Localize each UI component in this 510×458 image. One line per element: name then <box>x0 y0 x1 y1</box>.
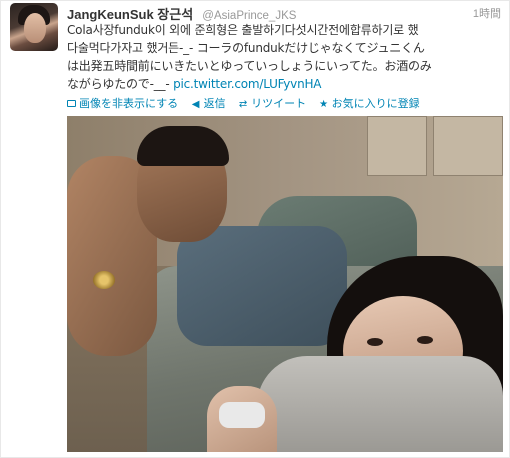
favorite-button[interactable]: ★ お気に入りに登録 <box>318 95 420 111</box>
photo-eye <box>417 336 433 344</box>
tweet-photo[interactable] <box>67 116 503 452</box>
photo-mask-cloth <box>257 356 503 452</box>
tweet-timestamp[interactable]: 1時間 <box>473 5 501 21</box>
media-link[interactable]: pic.twitter.com/LUFyvnHA <box>173 77 321 91</box>
retweet-label: リツイート <box>251 97 307 110</box>
hide-media-label: 画像を非表示にする <box>79 97 179 110</box>
tweet-header: JangKeunSuk 장근석 @AsiaPrince_JKS 1時間 <box>67 4 507 22</box>
photo-eye <box>367 338 383 346</box>
user-fullname[interactable]: JangKeunSuk 장근석 <box>67 7 193 22</box>
avatar-face <box>24 13 46 43</box>
tweet-text-tail: ながらゆたので-__- <box>67 77 174 91</box>
favorite-label: お気に入りに登録 <box>331 97 420 110</box>
tweet-actions: 画像を非表示にする ◀ 返信 ⇄ リツイート ★ お気に入りに登録 <box>67 95 428 111</box>
tweet-card: JangKeunSuk 장근석 @AsiaPrince_JKS 1時間 Cola… <box>0 0 510 458</box>
tweet-text-line-last: ながらゆたので-__- pic.twitter.com/LUFyvnHA <box>67 75 503 93</box>
retweet-icon: ⇄ <box>238 99 248 110</box>
retweet-button[interactable]: ⇄ リツイート <box>237 95 306 111</box>
tweet-text-line: Cola사장funduk이 외에 준희형은 출발하기다섯시간전에합류하기로 했 <box>67 23 419 37</box>
image-icon <box>67 99 76 107</box>
reply-arrow-icon: ◀ <box>191 99 200 110</box>
photo-panel <box>367 116 427 176</box>
avatar[interactable] <box>10 3 58 51</box>
tweet-text-line: 다술먹다가자고 했거든-_- コーラのfundukだけじゃなくてジュニくん <box>67 41 425 55</box>
reply-button[interactable]: ◀ 返信 <box>190 95 226 111</box>
hide-media-button[interactable]: 画像を非表示にする <box>67 95 178 111</box>
tweet-text: Cola사장funduk이 외에 준희형은 출발하기다섯시간전에합류하기로 했 … <box>67 21 503 93</box>
star-icon: ★ <box>319 99 329 110</box>
photo-panel <box>433 116 503 176</box>
photo-watch <box>93 271 115 289</box>
reply-label: 返信 <box>203 97 226 110</box>
photo-man-hair <box>137 126 229 166</box>
photo-bandage <box>219 402 265 428</box>
photo-shirt <box>177 226 347 346</box>
tweet-text-line: は出発五時間前にいきたいとゆっていっしょうにいってた。お酒のみ <box>67 59 432 73</box>
